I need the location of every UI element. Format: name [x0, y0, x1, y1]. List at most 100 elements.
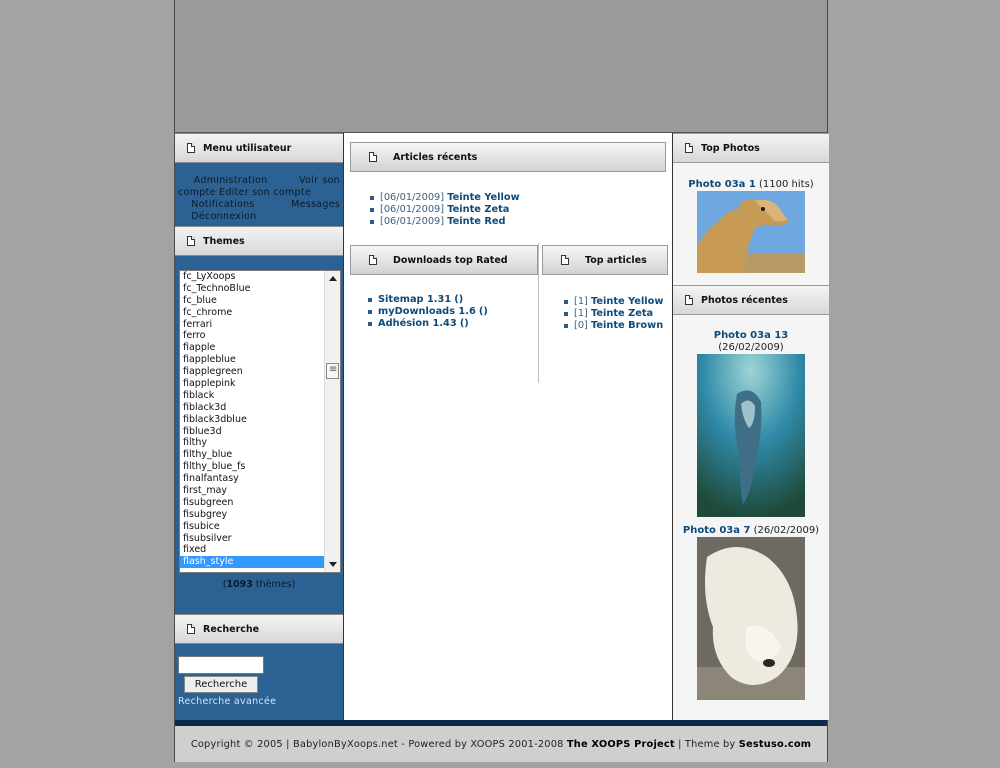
- photo-caption: Photo 03a 13 (26/02/2009): [686, 330, 816, 354]
- theme-option[interactable]: fc_LyXoops: [180, 271, 340, 283]
- list-item: Adhésion 1.43 (): [366, 318, 536, 330]
- article-link[interactable]: Teinte Zeta: [447, 204, 509, 215]
- photo-caption: Photo 03a 7 (26/02/2009): [673, 525, 829, 537]
- theme-count-number: 1093: [226, 579, 253, 590]
- menu-item-logout[interactable]: Déconnexion: [191, 211, 256, 222]
- theme-option[interactable]: ferro: [180, 330, 340, 342]
- theme-option[interactable]: fiapplegreen: [180, 366, 340, 378]
- document-icon: [187, 624, 195, 634]
- list-item: [06/01/2009] Teinte Red: [368, 216, 668, 228]
- theme-option[interactable]: fixed: [180, 544, 340, 556]
- menu-item-administration[interactable]: Administration: [194, 175, 268, 186]
- photo-caption: Photo 03a 1 (1100 hits): [673, 179, 829, 191]
- document-icon: [685, 295, 693, 305]
- article-date: [06/01/2009]: [380, 192, 445, 203]
- downloads-header: Downloads top Rated: [350, 245, 538, 275]
- menu-item-notifications[interactable]: Notifications: [191, 199, 254, 210]
- center-column: Articles récents [06/01/2009] Teinte Yel…: [343, 133, 673, 720]
- theme-count: (1093 thèmes): [222, 579, 296, 590]
- polar-bear-photo[interactable]: [697, 537, 805, 700]
- list-item: [06/01/2009] Teinte Zeta: [368, 204, 668, 216]
- right-column: Top Photos Photo 03a 1 (1100 hits) Photo…: [673, 133, 829, 720]
- footer-author-link[interactable]: Sestuso.com: [739, 739, 811, 750]
- footer: Copyright © 2005 | BabylonByXoops.net - …: [175, 726, 827, 762]
- recent-photos-block: Photo 03a 13 (26/02/2009) Photo 03a 7 (2…: [673, 315, 829, 720]
- scroll-down-arrow-icon[interactable]: [329, 562, 337, 567]
- theme-select-list[interactable]: fc_LyXoops fc_TechnoBlue fc_blue fc_chrome f…: [179, 270, 341, 573]
- search-title: Recherche: [203, 623, 260, 635]
- downloads-list: Sitemap 1.31 () myDownloads 1.6 () Adhés…: [366, 294, 536, 330]
- dolphin-photo[interactable]: [697, 354, 805, 517]
- top-photos-header: Top Photos: [673, 133, 829, 163]
- photo-title-link[interactable]: Photo 03a 1: [688, 179, 756, 190]
- document-icon: [561, 255, 569, 265]
- theme-option[interactable]: flash_style: [180, 556, 340, 569]
- download-link[interactable]: myDownloads 1.6: [378, 306, 476, 317]
- page-container: Menu utilisateur Administration Voir son…: [174, 0, 829, 762]
- theme-option[interactable]: fiblack: [180, 390, 340, 402]
- advanced-search-link[interactable]: Recherche avancée: [178, 696, 340, 707]
- download-link[interactable]: Sitemap 1.31: [378, 294, 451, 305]
- document-icon: [187, 236, 195, 246]
- article-date: [06/01/2009]: [380, 216, 445, 227]
- recent-photos-title: Photos récentes: [701, 294, 788, 306]
- document-icon: [187, 143, 195, 153]
- theme-option[interactable]: filthy_blue: [180, 449, 340, 461]
- footer-copyright: Copyright © 2005 | BabylonByXoops.net - …: [190, 738, 564, 750]
- theme-option[interactable]: fisubgrey: [180, 509, 340, 521]
- theme-option[interactable]: fc_chrome: [180, 307, 340, 319]
- theme-option[interactable]: ferrari: [180, 319, 340, 331]
- article-rank: [0]: [574, 320, 588, 331]
- article-link[interactable]: Teinte Zeta: [591, 308, 653, 319]
- theme-option[interactable]: filthy: [180, 437, 340, 449]
- theme-option[interactable]: fiapplepink: [180, 378, 340, 390]
- menu-item-messages[interactable]: Messages: [291, 199, 340, 210]
- menu-item-edit-account[interactable]: Editer son compte: [219, 187, 311, 198]
- theme-option[interactable]: fiblue3d: [180, 426, 340, 438]
- theme-option[interactable]: fiapple: [180, 342, 340, 354]
- photo-title-link[interactable]: Photo 03a 13: [714, 330, 789, 341]
- themes-title: Themes: [203, 235, 245, 247]
- theme-option[interactable]: fisubice: [180, 521, 340, 533]
- footer-theme-by: | Theme by: [678, 738, 736, 750]
- camel-photo[interactable]: [697, 191, 805, 273]
- download-rating: (): [478, 306, 488, 317]
- article-link[interactable]: Teinte Brown: [591, 320, 663, 331]
- list-item: [06/01/2009] Teinte Yellow: [368, 192, 668, 204]
- article-link[interactable]: Teinte Yellow: [591, 296, 663, 307]
- theme-option[interactable]: filthy_blue_fs: [180, 461, 340, 473]
- scroll-thumb[interactable]: [326, 363, 339, 379]
- downloads-title: Downloads top Rated: [393, 254, 508, 266]
- column-divider: [538, 243, 539, 383]
- list-item: Sitemap 1.31 (): [366, 294, 536, 306]
- article-rank: [1]: [574, 308, 588, 319]
- theme-option[interactable]: fisubsilver: [180, 533, 340, 545]
- theme-option[interactable]: fc_blue: [180, 295, 340, 307]
- photo-date: (26/02/2009): [753, 525, 820, 536]
- article-rank: [1]: [574, 296, 588, 307]
- recent-articles-header: Articles récents: [350, 142, 666, 172]
- theme-list-scrollbar[interactable]: [324, 271, 340, 572]
- document-icon: [369, 152, 377, 162]
- list-item: [0] Teinte Brown: [562, 320, 666, 332]
- theme-option[interactable]: fiblack3dblue: [180, 414, 340, 426]
- article-link[interactable]: Teinte Yellow: [447, 192, 519, 203]
- photo-title-link[interactable]: Photo 03a 7: [683, 525, 751, 536]
- theme-option[interactable]: fiappleblue: [180, 354, 340, 366]
- footer-xoops-link[interactable]: The XOOPS Project: [567, 739, 675, 750]
- theme-option[interactable]: first_may: [180, 485, 340, 497]
- user-menu: Administration Voir son compte Editer so…: [175, 163, 343, 226]
- theme-option[interactable]: fc_TechnoBlue: [180, 283, 340, 295]
- theme-option[interactable]: fisubgreen: [180, 497, 340, 509]
- list-item: [1] Teinte Zeta: [562, 308, 666, 320]
- scroll-up-arrow-icon[interactable]: [329, 276, 337, 281]
- search-input[interactable]: [178, 656, 264, 674]
- themes-header: Themes: [175, 226, 343, 256]
- photo-date: (26/02/2009): [718, 342, 784, 353]
- download-link[interactable]: Adhésion 1.43: [378, 318, 457, 329]
- article-link[interactable]: Teinte Red: [447, 216, 505, 227]
- search-button[interactable]: Recherche: [184, 676, 258, 693]
- theme-option[interactable]: fiblack3d: [180, 402, 340, 414]
- user-menu-title: Menu utilisateur: [203, 142, 292, 154]
- theme-option[interactable]: finalfantasy: [180, 473, 340, 485]
